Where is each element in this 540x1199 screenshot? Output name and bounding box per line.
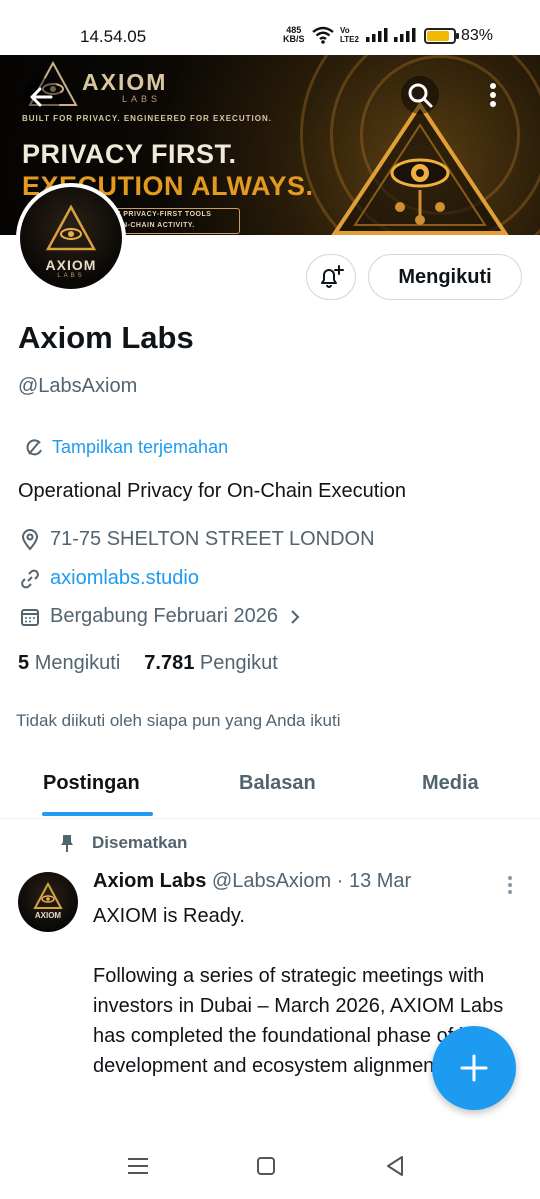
post-avatar-label: AXIOM: [34, 911, 62, 920]
profile-handle: @LabsAxiom: [18, 375, 138, 397]
more-vertical-icon: [490, 83, 496, 107]
link-icon: [21, 569, 39, 588]
battery-level: [427, 31, 449, 41]
network-speed-unit: KB/S: [283, 34, 305, 44]
profile-location: 71-75 SHELTON STREET LONDON: [20, 528, 375, 551]
following-label: Mengikuti: [34, 652, 121, 674]
pinned-indicator: Disematkan: [58, 833, 187, 853]
profile-tabs: Postingan Balasan Media: [0, 757, 540, 819]
more-vertical-icon: [508, 876, 512, 894]
profile-website[interactable]: axiomlabs.studio: [20, 567, 199, 590]
show-translation-link[interactable]: Tampilkan terjemahan: [24, 437, 228, 458]
tab-media[interactable]: Media: [422, 772, 479, 795]
banner-caption-line-1: F PRIVACY-FIRST TOOLS: [116, 211, 212, 218]
volte-bottom: LTE2: [340, 35, 359, 44]
signal-icon: [366, 28, 388, 42]
profile-stats: 5 Mengikuti 7.781 Pengikut: [18, 652, 278, 675]
wifi-icon: [312, 26, 334, 44]
search-icon: [401, 76, 439, 114]
post-author-handle[interactable]: @LabsAxiom: [212, 870, 331, 892]
notifications-button[interactable]: [306, 254, 356, 300]
following-count: 5: [18, 652, 30, 674]
volte-indicator: Vo LTE2: [340, 26, 359, 44]
location-text: 71-75 SHELTON STREET LONDON: [50, 528, 375, 550]
banner-brand: AXIOM: [82, 69, 168, 95]
avatar-sub: LABS: [57, 273, 85, 279]
pin-icon: [61, 835, 73, 852]
network-speed: 485 KB/S: [283, 26, 305, 44]
banner-brand-sub: LABS: [122, 94, 162, 104]
arrow-left-icon: [23, 78, 61, 116]
status-time: 14.54.05: [80, 27, 147, 46]
battery-percent: 83%: [461, 27, 494, 44]
post-author-name[interactable]: Axiom Labs: [93, 870, 206, 892]
profile-bio: Operational Privacy for On-Chain Executi…: [18, 480, 406, 502]
followers-stat[interactable]: 7.781 Pengikut: [144, 652, 277, 675]
profile-name: Axiom Labs: [18, 320, 194, 355]
tab-posts[interactable]: Postingan: [43, 772, 140, 795]
battery-icon: [424, 28, 459, 44]
show-translation-label: Tampilkan terjemahan: [52, 437, 229, 457]
avatar-label: AXIOM: [45, 257, 97, 273]
bell-plus-icon: [321, 265, 344, 288]
active-tab-indicator: [42, 812, 153, 816]
calendar-icon: [21, 608, 39, 626]
following-stat[interactable]: 5 Mengikuti: [18, 652, 120, 675]
axiom-logo-icon: [33, 881, 63, 909]
back-triangle-icon[interactable]: [385, 1155, 405, 1177]
back-button[interactable]: [22, 77, 62, 117]
post-header: Axiom Labs @LabsAxiom · 13 Mar: [93, 870, 411, 893]
followers-label: Pengikut: [199, 652, 278, 674]
recent-apps-icon[interactable]: [127, 1156, 149, 1176]
banner-headline-1: PRIVACY FIRST.: [22, 139, 237, 169]
search-button[interactable]: [400, 75, 440, 115]
signal-icon: [394, 28, 416, 42]
profile-avatar[interactable]: AXIOM LABS: [16, 183, 126, 293]
tab-replies[interactable]: Balasan: [239, 772, 316, 795]
volte-top: Vo: [340, 26, 350, 35]
website-link[interactable]: axiomlabs.studio: [50, 567, 199, 590]
more-options-button[interactable]: [478, 75, 508, 115]
pinned-label: Disematkan: [92, 833, 188, 852]
system-nav-bar: [0, 1130, 540, 1199]
home-icon[interactable]: [256, 1156, 276, 1176]
banner-caption-line-2: ON-CHAIN ACTIVITY.: [116, 222, 195, 229]
chevron-right-icon: [291, 609, 300, 624]
followers-you-know-note: Tidak diikuti oleh siapa pun yang Anda i…: [16, 711, 341, 730]
followers-count: 7.781: [144, 652, 195, 674]
pyramid-eye-icon: [331, 101, 509, 235]
location-pin-icon: [21, 528, 39, 551]
status-bar: 14.54.05 485 KB/S Vo LTE2 83%: [0, 0, 540, 55]
translate-icon: [26, 438, 42, 455]
joined-text: Bergabung Februari 2026: [50, 605, 278, 627]
plus-icon: [460, 1054, 488, 1082]
compose-button[interactable]: [432, 1026, 516, 1110]
post-date[interactable]: · 13 Mar: [337, 870, 411, 892]
post-more-button[interactable]: [500, 874, 520, 898]
following-button[interactable]: Mengikuti: [368, 254, 522, 300]
profile-joined[interactable]: Bergabung Februari 2026: [20, 605, 302, 628]
post-author-avatar[interactable]: AXIOM: [18, 872, 78, 932]
